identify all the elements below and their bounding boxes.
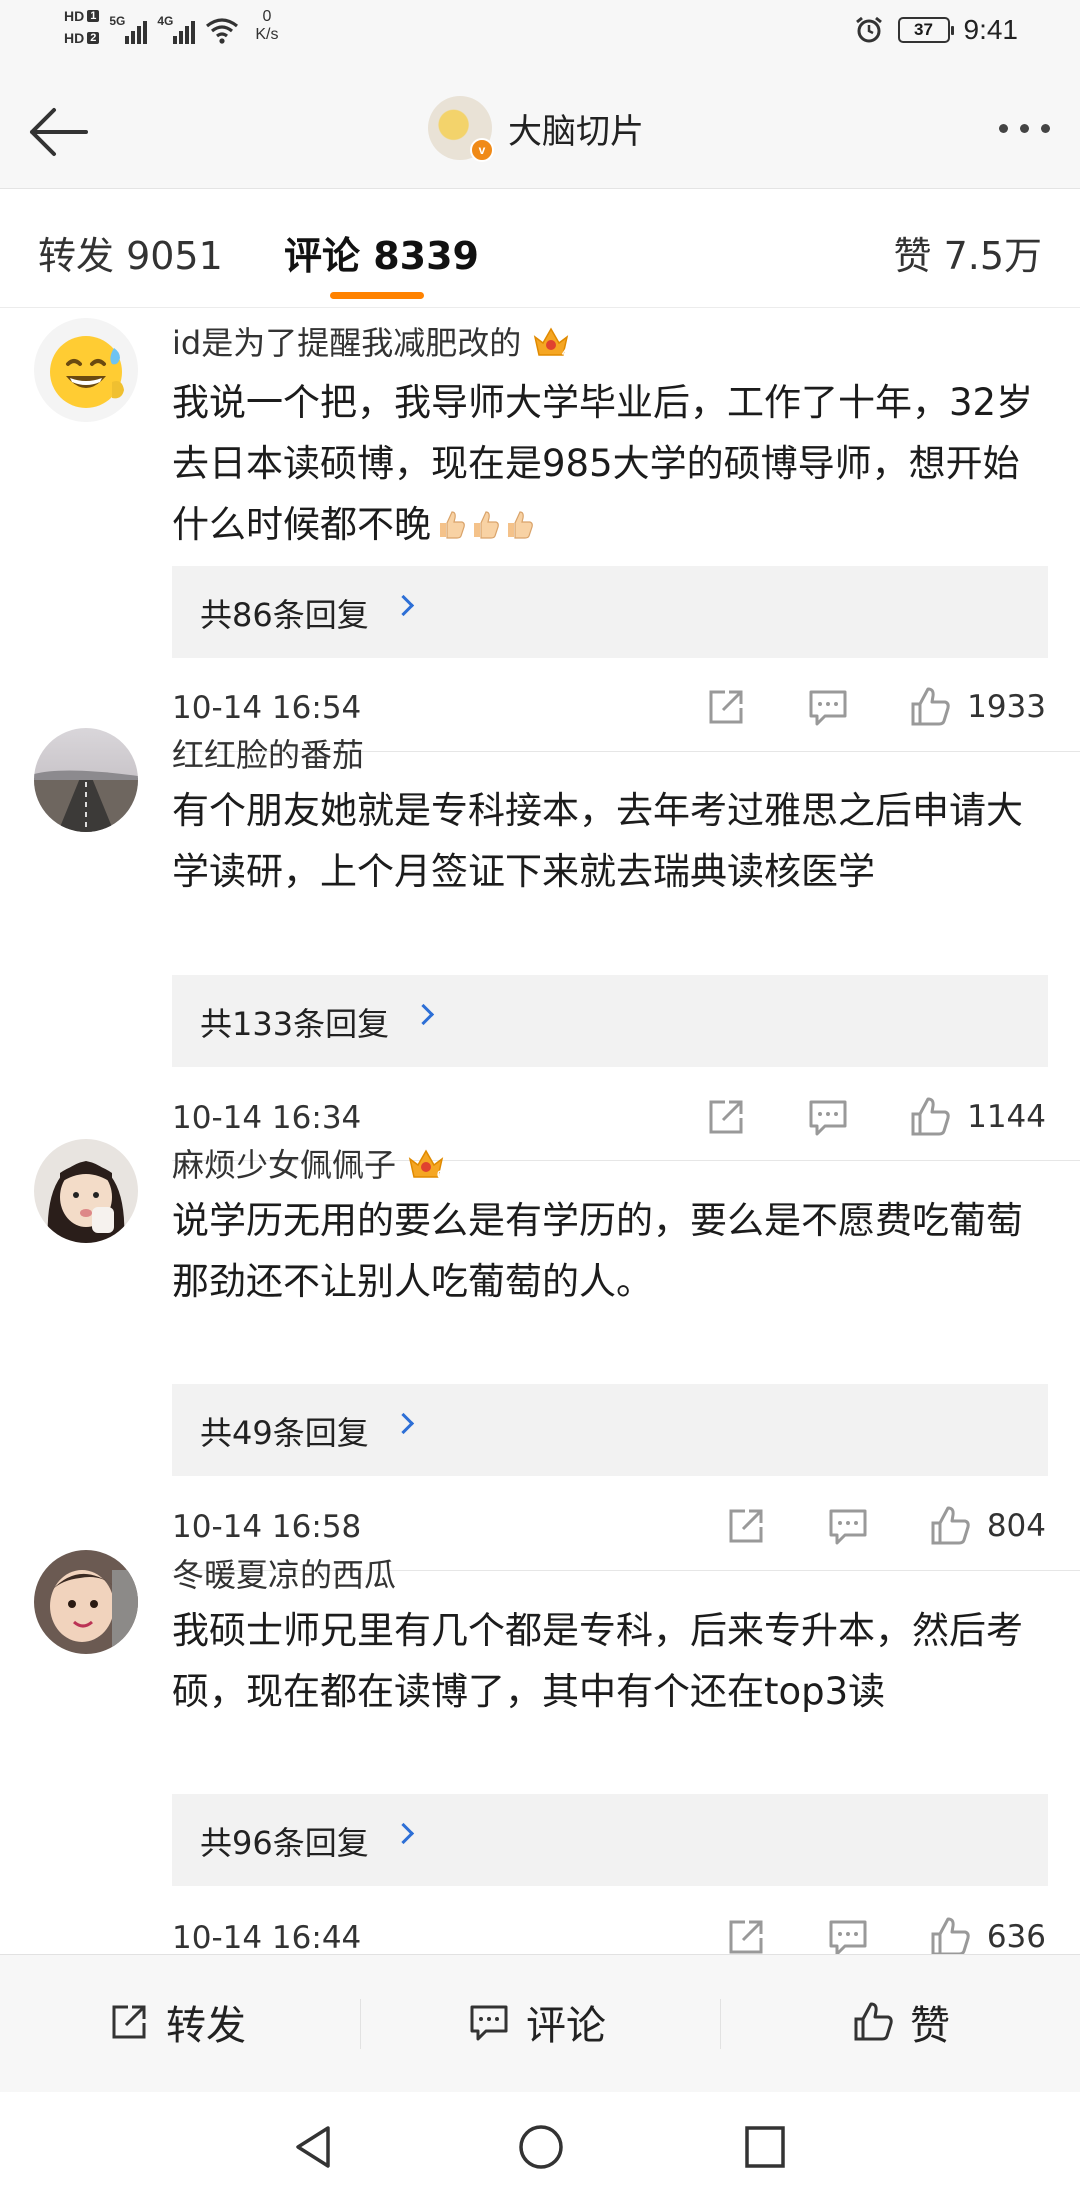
comment-button[interactable]: 评论 [466,1993,606,2051]
tab-reposts[interactable]: 转发 9051 [38,225,223,280]
tab-comments[interactable]: 评论 8339 [284,225,479,280]
comment-icon[interactable] [805,1094,851,1140]
verified-badge-icon: v [470,138,494,162]
chevron-right-icon [392,1822,415,1845]
commenter-avatar[interactable] [34,728,138,832]
chevron-right-icon [412,1003,435,1026]
status-right: 37 9:41 [854,14,1019,46]
post-author[interactable]: v 大脑切片 [428,96,644,162]
like-icon[interactable] [907,684,953,730]
hd-indicator-1: HD 1 [64,8,100,24]
commenter-name[interactable]: 冬暖夏凉的西瓜 [172,1550,396,1596]
girl-photo-avatar-icon [34,1139,138,1243]
nav-home-icon[interactable] [517,2122,565,2172]
status-left: HD 1 HD 2 5G 4G 0 K/s [64,8,278,48]
like-count: 1933 [967,689,1046,725]
top-nav-bar: v 大脑切片 [0,72,1080,189]
comment-icon [470,2005,508,2041]
comment-actions: 1933 [703,684,1046,730]
like-count: 804 [986,1508,1046,1544]
share-icon[interactable] [723,1503,769,1549]
wifi-icon [206,18,239,44]
system-nav-bar [0,2092,1080,2204]
comment-text: 我硕士师兄里有几个都是专科，后来专升本，然后考硕，现在都在读博了，其中有个还在t… [172,1609,1023,1713]
battery-indicator: 37 [897,17,954,43]
tab-likes[interactable]: 赞 7.5万 [893,225,1042,280]
chevron-right-icon [392,594,415,617]
status-bar: HD 1 HD 2 5G 4G 0 K/s 37 9:41 [0,0,1080,72]
member-crown-icon: 6 [408,1149,444,1181]
like-button[interactable]: 赞 [850,1993,950,2051]
active-tab-indicator [330,292,424,299]
back-arrow-icon[interactable] [24,102,94,162]
like-icon[interactable] [907,1094,953,1140]
replies-link[interactable]: 共49条回复 [172,1384,1048,1476]
divider [360,1999,361,2049]
comment-icon[interactable] [805,684,851,730]
comment-timestamp: 10-14 16:58 [172,1509,362,1545]
member-crown-icon: 4 [534,327,569,359]
comment-text: 有个朋友她就是专科接本，去年考过雅思之后申请大学读研，上个月签证下来就去瑞典读核… [172,789,1023,893]
hd-indicator-2: HD 2 [64,30,100,46]
baby-photo-avatar-icon [34,1550,138,1654]
sweat-smile-emoji-icon [34,318,138,422]
interaction-tabs: 转发 9051 评论 8339 赞 7.5万 [0,189,1080,308]
commenter-name[interactable]: 麻烦少女佩佩子 6 [172,1140,446,1186]
alarm-icon [855,16,882,43]
comment-timestamp: 10-14 16:34 [172,1100,362,1136]
comment-timestamp: 10-14 16:54 [172,690,362,726]
divider [720,1999,721,2049]
commenter-avatar[interactable] [34,318,138,422]
like-count: 1144 [967,1099,1046,1135]
commenter-name[interactable]: id是为了提醒我减肥改的 4 [172,318,571,364]
signal-5g-icon: 5G [109,8,148,48]
bottom-action-bar: 转发 评论 赞 [0,1954,1080,2093]
network-speed: 0 K/s [255,8,279,43]
commenter-avatar[interactable] [34,1139,138,1243]
nav-back-icon[interactable] [290,2122,336,2172]
commenter-avatar[interactable] [34,1550,138,1654]
comment-actions: 1144 [703,1094,1046,1140]
comment-timestamp: 10-14 16:44 [172,1920,362,1956]
signal-4g-icon: 4G [157,8,196,48]
repost-button[interactable]: 转发 [106,1993,246,2051]
like-count: 636 [986,1919,1046,1955]
comment-icon[interactable] [825,1503,871,1549]
share-icon[interactable] [703,684,749,730]
repost-icon [112,2005,146,2039]
svg-text:4: 4 [562,347,569,359]
commenter-name[interactable]: 红红脸的番茄 [172,730,364,776]
replies-link[interactable]: 共86条回复 [172,566,1048,658]
replies-link[interactable]: 共133条回复 [172,975,1048,1067]
thumbs-up-emoji-icon [431,503,533,546]
replies-link[interactable]: 共96条回复 [172,1794,1048,1886]
svg-text:6: 6 [437,1169,443,1181]
more-options-icon[interactable] [999,124,1050,133]
comment-text: 说学历无用的要么是有学历的，要么是不愿费吃葡萄那劲还不让别人吃葡萄的人。 [172,1199,1023,1303]
comment-text: 我说一个把，我导师大学毕业后，工作了十年，32岁去日本读硕博，现在是985大学的… [172,381,1034,546]
nav-recents-icon[interactable] [742,2122,788,2172]
author-name: 大脑切片 [508,111,644,152]
like-icon[interactable] [927,1503,973,1549]
chevron-right-icon [392,1412,415,1435]
road-photo-avatar-icon [34,728,138,832]
share-icon[interactable] [703,1094,749,1140]
like-icon [854,2002,893,2041]
author-avatar[interactable]: v [428,96,494,162]
comment-actions: 804 [723,1503,1046,1549]
clock: 9:41 [963,14,1019,45]
